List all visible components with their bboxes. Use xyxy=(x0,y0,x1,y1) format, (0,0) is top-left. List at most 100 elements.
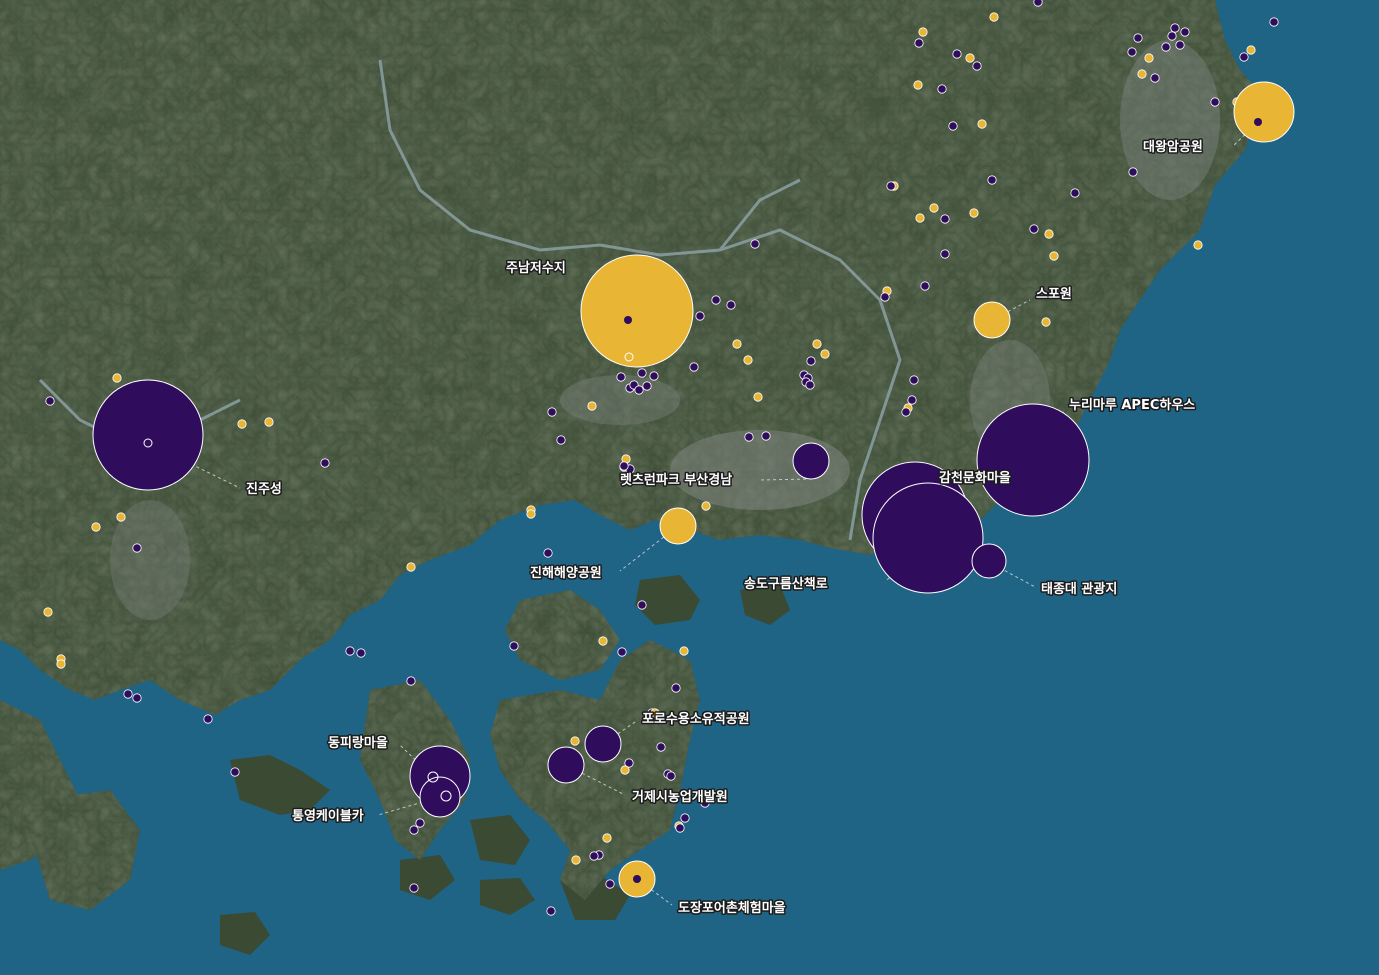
purple-point-marker-13[interactable] xyxy=(1167,31,1177,41)
purple-point-marker-33[interactable] xyxy=(1070,188,1080,198)
marker-tongyeong-cable[interactable] xyxy=(419,776,461,818)
yellow-point-marker-95[interactable] xyxy=(91,522,101,532)
yellow-point-marker-99[interactable] xyxy=(43,607,53,617)
marker-jinhae[interactable] xyxy=(659,507,697,545)
marker-geoje-agri[interactable] xyxy=(547,746,585,784)
purple-point-marker-103[interactable] xyxy=(356,648,366,658)
yellow-point-marker-83[interactable] xyxy=(701,501,711,511)
purple-point-marker-62[interactable] xyxy=(901,407,911,417)
purple-point-marker-113[interactable] xyxy=(666,771,676,781)
purple-point-marker-9[interactable] xyxy=(1133,33,1143,43)
purple-point-marker-102[interactable] xyxy=(345,646,355,656)
purple-point-marker-74[interactable] xyxy=(761,431,771,441)
yellow-point-marker-29[interactable] xyxy=(929,203,939,213)
purple-point-marker-94[interactable] xyxy=(320,458,330,468)
purple-point-marker-105[interactable] xyxy=(123,689,133,699)
purple-point-marker-16[interactable] xyxy=(1150,73,1160,83)
purple-point-marker-10[interactable] xyxy=(1161,42,1171,52)
purple-point-marker-23[interactable] xyxy=(937,84,947,94)
purple-point-marker-66[interactable] xyxy=(642,381,652,391)
purple-point-marker-39[interactable] xyxy=(940,249,950,259)
purple-point-marker-109[interactable] xyxy=(656,742,666,752)
purple-point-marker-46[interactable] xyxy=(711,295,721,305)
yellow-point-marker-37[interactable] xyxy=(1049,251,1059,261)
purple-point-marker-104[interactable] xyxy=(406,676,416,686)
purple-point-marker-108[interactable] xyxy=(230,767,240,777)
purple-point-marker-71[interactable] xyxy=(547,407,557,417)
yellow-point-marker-30[interactable] xyxy=(915,213,925,223)
yellow-point-marker-43[interactable] xyxy=(1041,317,1051,327)
yellow-point-marker-96[interactable] xyxy=(116,512,126,522)
marker-nurimaru[interactable] xyxy=(976,403,1090,517)
purple-point-marker-117[interactable] xyxy=(675,823,685,833)
purple-point-marker-87[interactable] xyxy=(509,641,519,651)
yellow-point-marker-2[interactable] xyxy=(918,27,928,37)
yellow-point-marker-85[interactable] xyxy=(598,636,608,646)
purple-point-marker-91[interactable] xyxy=(45,396,55,406)
yellow-point-marker-0[interactable] xyxy=(989,12,999,22)
purple-point-marker-7[interactable] xyxy=(1127,47,1137,57)
purple-point-marker-73[interactable] xyxy=(556,435,566,445)
yellow-point-marker-38[interactable] xyxy=(1193,240,1203,250)
purple-point-marker-26[interactable] xyxy=(987,175,997,185)
purple-point-marker-36[interactable] xyxy=(1029,224,1039,234)
purple-point-marker-86[interactable] xyxy=(617,647,627,657)
purple-point-marker-42[interactable] xyxy=(880,292,890,302)
purple-point-marker-47[interactable] xyxy=(726,300,736,310)
purple-point-marker-125[interactable] xyxy=(409,883,419,893)
marker-daewangam[interactable] xyxy=(1233,81,1295,143)
yellow-point-marker-129[interactable] xyxy=(620,765,630,775)
yellow-point-marker-72[interactable] xyxy=(587,401,597,411)
yellow-point-marker-122[interactable] xyxy=(602,833,612,843)
yellow-point-marker-50[interactable] xyxy=(812,339,822,349)
yellow-point-marker-90[interactable] xyxy=(112,373,122,383)
marker-songdo[interactable] xyxy=(872,482,984,594)
purple-point-marker-31[interactable] xyxy=(940,214,950,224)
purple-point-marker-45[interactable] xyxy=(750,239,760,249)
purple-point-marker-34[interactable] xyxy=(1128,167,1138,177)
yellow-point-marker-17[interactable] xyxy=(1246,45,1256,55)
yellow-point-marker-81[interactable] xyxy=(526,509,536,519)
purple-point-marker-79[interactable] xyxy=(619,461,629,471)
purple-point-marker-11[interactable] xyxy=(1170,23,1180,33)
yellow-point-marker-63[interactable] xyxy=(753,392,763,402)
purple-point-marker-24[interactable] xyxy=(948,121,958,131)
purple-point-marker-70[interactable] xyxy=(616,372,626,382)
purple-point-marker-84[interactable] xyxy=(637,600,647,610)
purple-point-marker-118[interactable] xyxy=(415,818,425,828)
purple-point-marker-6[interactable] xyxy=(972,61,982,71)
yellow-point-marker-8[interactable] xyxy=(1144,53,1154,63)
yellow-point-marker-98[interactable] xyxy=(406,562,416,572)
purple-point-marker-40[interactable] xyxy=(920,281,930,291)
yellow-point-marker-93[interactable] xyxy=(264,417,274,427)
purple-point-marker-48[interactable] xyxy=(695,311,705,321)
yellow-point-marker-5[interactable] xyxy=(965,53,975,63)
marker-pororo[interactable] xyxy=(584,725,622,763)
satellite-map[interactable]: 대왕암공원 주남저수지 스포원 누리마루 APEC하우스 진주성 감천문화마을 … xyxy=(0,0,1379,975)
purple-point-marker-106[interactable] xyxy=(132,693,142,703)
purple-point-marker-65[interactable] xyxy=(649,371,659,381)
purple-point-marker-115[interactable] xyxy=(680,813,690,823)
purple-point-marker-20[interactable] xyxy=(1210,97,1220,107)
purple-point-marker-4[interactable] xyxy=(952,49,962,59)
yellow-point-marker-88[interactable] xyxy=(679,646,689,656)
purple-point-marker-52[interactable] xyxy=(806,356,816,366)
yellow-point-marker-123[interactable] xyxy=(571,855,581,865)
yellow-point-marker-111[interactable] xyxy=(570,736,580,746)
yellow-point-marker-101[interactable] xyxy=(56,659,66,669)
marker-jinjuseong[interactable] xyxy=(92,379,204,491)
purple-point-marker-119[interactable] xyxy=(409,825,419,835)
yellow-point-marker-35[interactable] xyxy=(1044,229,1054,239)
purple-point-marker-18[interactable] xyxy=(1239,52,1249,62)
purple-point-marker-97[interactable] xyxy=(132,543,142,553)
purple-point-marker-12[interactable] xyxy=(1180,27,1190,37)
marker-taejongdae[interactable] xyxy=(971,543,1007,579)
purple-point-marker-69[interactable] xyxy=(634,385,644,395)
marker-junamjeosuji[interactable] xyxy=(580,254,694,368)
purple-point-marker-126[interactable] xyxy=(546,906,556,916)
yellow-point-marker-22[interactable] xyxy=(913,80,923,90)
purple-point-marker-60[interactable] xyxy=(907,395,917,405)
purple-point-marker-89[interactable] xyxy=(671,683,681,693)
purple-point-marker-28[interactable] xyxy=(886,181,896,191)
purple-point-marker-124[interactable] xyxy=(605,879,615,889)
